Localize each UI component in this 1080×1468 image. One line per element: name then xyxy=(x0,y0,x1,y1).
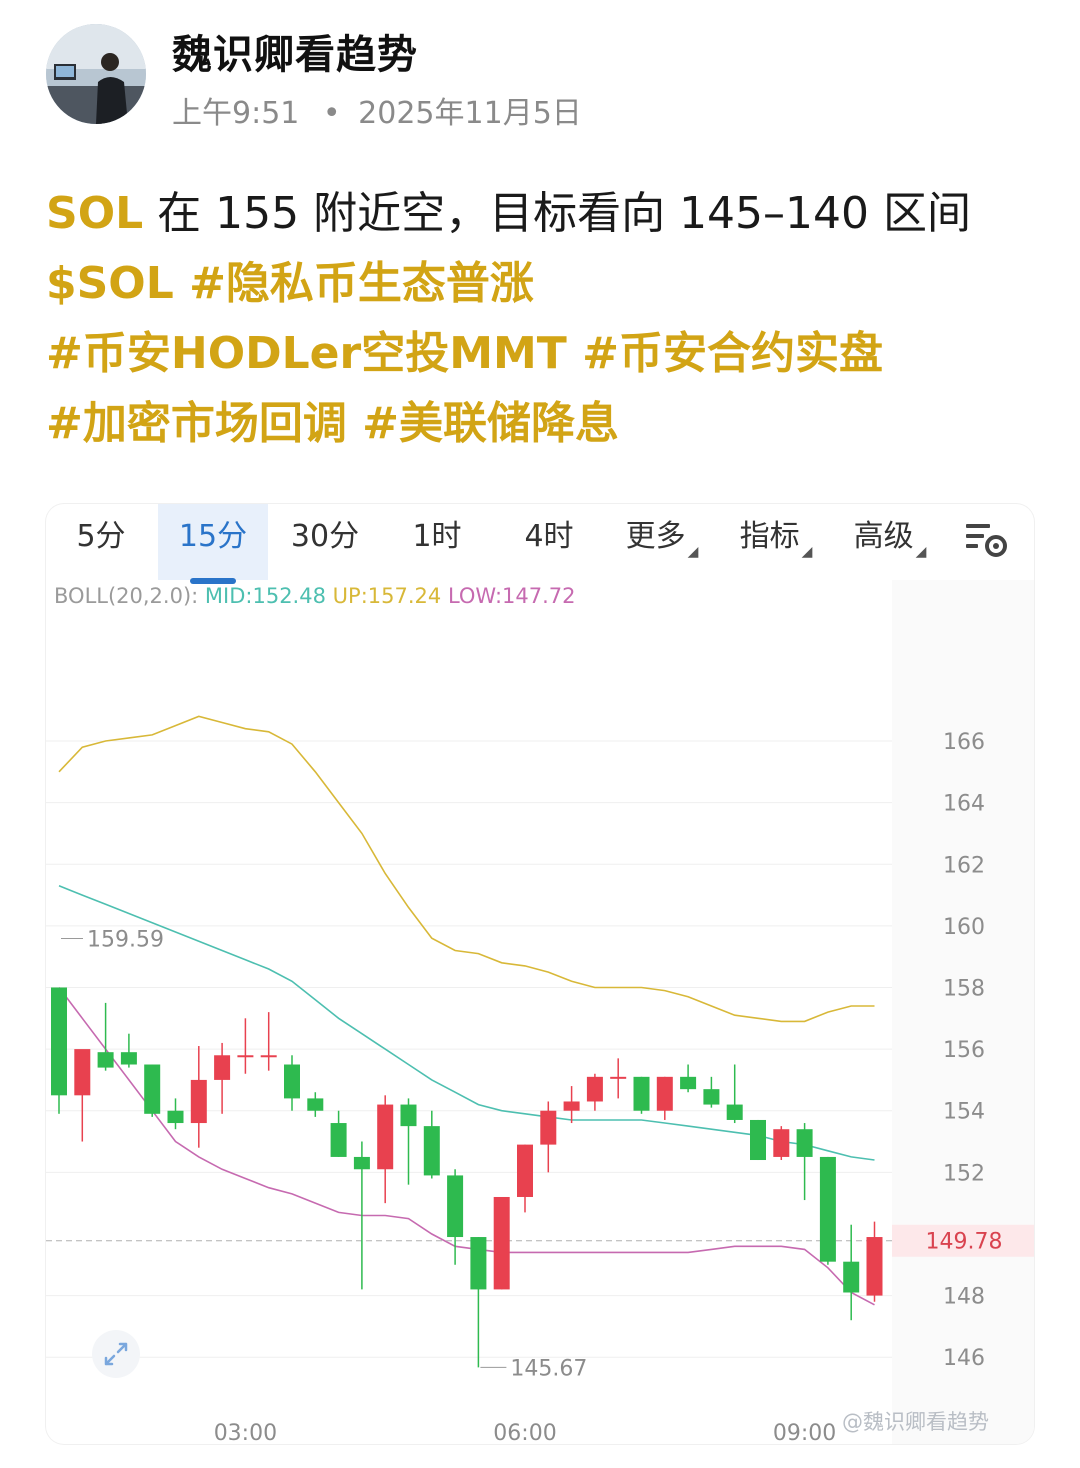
candle-up[interactable] xyxy=(74,1049,91,1096)
kline-chart-card: 5分 15分 30分 1时 4时 更多 ◢ 指标 ◢ 高级 ◢ BOLL(20,2.0… xyxy=(46,504,1034,1444)
x-tick-label: 03:00 xyxy=(214,1421,277,1444)
candle-up[interactable] xyxy=(586,1076,603,1102)
candle-down[interactable] xyxy=(330,1123,347,1157)
avatar[interactable] xyxy=(46,24,146,124)
candle-down[interactable] xyxy=(470,1237,487,1290)
fullscreen-button[interactable] xyxy=(92,1330,140,1378)
candle-down[interactable] xyxy=(843,1261,860,1293)
candle-down[interactable] xyxy=(726,1104,743,1120)
y-tick-label: 154 xyxy=(943,1100,985,1125)
avatar-image xyxy=(46,24,146,124)
candle-up[interactable] xyxy=(190,1079,207,1124)
candle-down[interactable] xyxy=(353,1156,370,1170)
hashtag-line-2[interactable]: #币安HODLer空投MMT #币安合约实盘 xyxy=(46,324,1046,394)
candle-down[interactable] xyxy=(97,1052,114,1068)
post-text: SOL 在 155 附近空，目标看向 145–140 区间 xyxy=(46,184,1046,254)
candle-down[interactable] xyxy=(400,1104,417,1127)
post-date: 2025年11月5日 xyxy=(358,96,582,131)
price-axis-panel xyxy=(892,580,1034,1444)
candle-down[interactable] xyxy=(703,1089,720,1105)
low-marker-label: 145.67 xyxy=(510,1356,587,1381)
post-body: SOL 在 155 附近空，目标看向 145–140 区间 $SOL #隐私币生… xyxy=(46,184,1046,464)
candle-up[interactable] xyxy=(237,1055,254,1058)
meta-separator: • xyxy=(322,96,341,131)
candle-down[interactable] xyxy=(120,1052,137,1065)
candle-up[interactable] xyxy=(540,1110,557,1145)
candle-up[interactable] xyxy=(866,1237,883,1296)
y-tick-label: 146 xyxy=(943,1346,985,1371)
candle-down[interactable] xyxy=(51,987,67,1096)
post-meta: 上午9:51 • 2025年11月5日 xyxy=(172,88,582,132)
symbol-link[interactable]: SOL xyxy=(46,188,143,239)
y-tick-label: 166 xyxy=(943,730,985,755)
candle-up[interactable] xyxy=(493,1196,510,1290)
candle-up[interactable] xyxy=(773,1129,790,1157)
candle-down[interactable] xyxy=(307,1098,324,1111)
x-tick-label: 06:00 xyxy=(493,1421,556,1444)
candle-down[interactable] xyxy=(144,1064,161,1114)
candle-up[interactable] xyxy=(517,1144,533,1197)
candle-up[interactable] xyxy=(656,1076,673,1111)
author-name[interactable]: 魏识卿看趋势 xyxy=(172,22,418,80)
candle-down[interactable] xyxy=(796,1129,813,1157)
y-tick-label: 162 xyxy=(943,853,985,878)
candle-down[interactable] xyxy=(750,1119,766,1161)
candle-up[interactable] xyxy=(260,1055,277,1058)
y-tick-label: 160 xyxy=(943,915,985,940)
candle-up[interactable] xyxy=(377,1104,394,1170)
candle-down[interactable] xyxy=(423,1126,440,1176)
candlestick-plot[interactable]: 166 164 162 160 158 156 154 152 148 146 149.78 159.… xyxy=(46,504,1034,1444)
high-marker-label: 159.59 xyxy=(87,928,164,953)
hashtag-line-1[interactable]: $SOL #隐私币生态普涨 xyxy=(46,254,1046,324)
candle-down[interactable] xyxy=(680,1076,697,1090)
candle-down[interactable] xyxy=(633,1076,650,1111)
y-tick-label: 158 xyxy=(943,976,985,1001)
y-tick-label: 164 xyxy=(943,792,985,817)
y-tick-label: 152 xyxy=(943,1161,985,1186)
candle-up[interactable] xyxy=(214,1055,231,1080)
candle-down[interactable] xyxy=(167,1110,184,1124)
post-header: 魏识卿看趋势 上午9:51 • 2025年11月5日 xyxy=(0,0,1080,140)
candle-down[interactable] xyxy=(819,1156,836,1262)
candle-down[interactable] xyxy=(284,1064,300,1099)
hashtag-line-3[interactable]: #加密市场回调 #美联储降息 xyxy=(46,394,1046,464)
post-text-body: 在 155 附近空，目标看向 145–140 区间 xyxy=(143,188,972,239)
candle-up[interactable] xyxy=(563,1101,580,1111)
candle-down[interactable] xyxy=(447,1175,464,1238)
boll-upper-line xyxy=(58,715,875,1023)
x-tick-label: 09:00 xyxy=(773,1421,836,1444)
post-time: 上午9:51 xyxy=(172,96,300,131)
candle-up[interactable] xyxy=(610,1076,627,1079)
expand-icon xyxy=(104,1342,128,1366)
y-tick-label: 148 xyxy=(943,1285,985,1310)
watermark: @魏识卿看趋势 xyxy=(842,1410,989,1434)
current-price-label: 149.78 xyxy=(926,1230,1003,1255)
y-tick-label: 156 xyxy=(943,1038,985,1063)
